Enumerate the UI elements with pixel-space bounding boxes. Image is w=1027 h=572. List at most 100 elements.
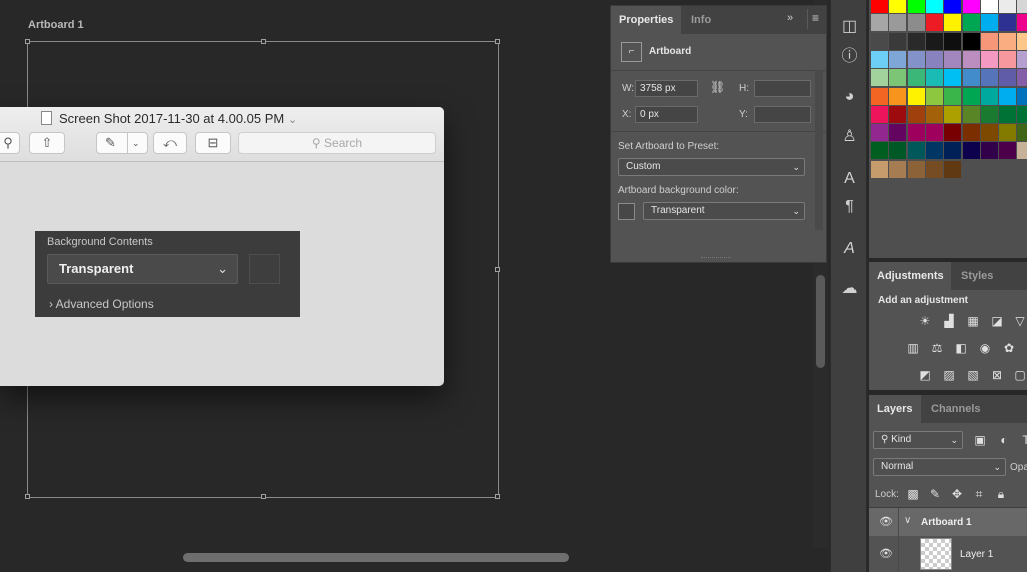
color-swatch[interactable] <box>889 105 907 123</box>
toolbox-icon[interactable]: ⊟ <box>195 132 231 154</box>
window-title[interactable]: Screen Shot 2017-11-30 at 4.00.05 PM ⌄ <box>59 111 297 126</box>
color-swatch[interactable] <box>980 14 998 32</box>
color-swatch[interactable] <box>962 105 980 123</box>
background-contents-select[interactable]: Transparent ⌄ <box>47 254 238 284</box>
color-swatch[interactable] <box>889 142 907 160</box>
glyphs-icon[interactable]: A <box>837 236 862 261</box>
color-swatch[interactable] <box>944 50 962 68</box>
vibrance-icon[interactable]: ▽ <box>1012 313 1027 329</box>
chevron-down-icon[interactable]: ⌄ <box>132 133 140 153</box>
resize-handle[interactable] <box>495 267 500 272</box>
color-swatch[interactable] <box>944 105 962 123</box>
color-swatch[interactable] <box>980 142 998 160</box>
color-swatch[interactable] <box>889 87 907 105</box>
vertical-scroll-thumb[interactable] <box>816 275 825 368</box>
color-swatch[interactable] <box>962 32 980 50</box>
color-swatch[interactable] <box>925 0 943 13</box>
color-swatch[interactable] <box>980 69 998 87</box>
x-field[interactable]: 0 px <box>635 106 698 123</box>
type-filter-icon[interactable]: T <box>1018 432 1027 448</box>
color-swatch[interactable] <box>962 0 980 13</box>
color-swatch[interactable] <box>999 14 1017 32</box>
color-swatch[interactable] <box>925 32 943 50</box>
color-swatch[interactable] <box>925 69 943 87</box>
resize-handle[interactable] <box>495 39 500 44</box>
tab-channels[interactable]: Channels <box>923 395 989 423</box>
color-palette-icon[interactable]: ◕ <box>837 84 862 109</box>
color-swatch[interactable] <box>889 32 907 50</box>
blend-mode-select[interactable]: Normal ⌄ <box>873 458 1006 476</box>
photo-filter-icon[interactable]: ◉ <box>977 340 993 356</box>
color-swatch[interactable] <box>944 124 962 142</box>
threshold-icon[interactable]: ▧ <box>965 367 981 383</box>
color-swatch[interactable] <box>980 32 998 50</box>
color-swatch[interactable] <box>907 14 925 32</box>
character-icon[interactable]: A <box>837 166 862 191</box>
curves-icon[interactable]: ▦ <box>965 313 981 329</box>
color-swatch[interactable] <box>925 105 943 123</box>
color-swatch[interactable] <box>944 0 962 13</box>
color-swatch[interactable] <box>962 50 980 68</box>
color-swatch[interactable] <box>907 87 925 105</box>
color-swatch[interactable] <box>871 124 888 142</box>
color-swatch[interactable] <box>962 142 980 160</box>
color-swatch[interactable] <box>944 160 962 178</box>
width-field[interactable]: 3758 px <box>635 80 698 97</box>
color-swatch[interactable] <box>962 87 980 105</box>
libraries-icon[interactable]: ◫ <box>837 14 862 39</box>
color-swatch[interactable] <box>944 142 962 160</box>
color-swatch[interactable] <box>1017 0 1027 13</box>
collapse-icon[interactable]: » <box>787 12 793 24</box>
color-swatch[interactable] <box>962 14 980 32</box>
resize-handle[interactable] <box>495 494 500 499</box>
lock-transparency-icon[interactable]: ▩ <box>905 486 921 502</box>
y-field[interactable] <box>754 106 811 123</box>
black-white-icon[interactable]: ◧ <box>953 340 969 356</box>
tab-info[interactable]: Info <box>683 6 719 34</box>
color-swatch[interactable] <box>1017 32 1027 50</box>
height-field[interactable] <box>754 80 811 97</box>
eye-icon[interactable]: 👁︎ <box>879 515 893 528</box>
artboard-label[interactable]: Artboard 1 <box>28 19 84 31</box>
color-swatch[interactable] <box>907 50 925 68</box>
levels-icon[interactable]: ▟ <box>941 313 957 329</box>
link-icon[interactable]: ⛓ <box>710 80 725 94</box>
color-swatch[interactable] <box>925 14 943 32</box>
color-swatch[interactable] <box>871 14 888 32</box>
resize-handle[interactable] <box>261 494 266 499</box>
color-swatch[interactable] <box>944 69 962 87</box>
color-swatch[interactable] <box>1017 14 1027 32</box>
lock-artboard-icon[interactable]: ⌗ <box>971 486 987 502</box>
color-swatch[interactable] <box>871 142 888 160</box>
pixel-filter-icon[interactable]: ▣ <box>972 432 988 448</box>
color-swatch[interactable] <box>907 160 925 178</box>
adjustment-filter-icon[interactable]: ◐ <box>996 432 1012 448</box>
creative-cloud-icon[interactable]: ☁ <box>837 276 862 301</box>
layer-row-layer1[interactable]: 👁︎ Layer 1 <box>869 536 1027 572</box>
horizontal-scroll-thumb[interactable] <box>183 553 569 562</box>
color-swatch[interactable] <box>999 124 1017 142</box>
color-swatch[interactable] <box>980 87 998 105</box>
resize-handle[interactable] <box>261 39 266 44</box>
color-swatch[interactable] <box>1017 87 1027 105</box>
background-color-swatch[interactable] <box>618 203 635 220</box>
color-swatch[interactable] <box>999 32 1017 50</box>
color-swatch[interactable] <box>889 0 907 13</box>
color-swatch[interactable] <box>944 14 962 32</box>
gradient-map-icon[interactable]: ⊠ <box>989 367 1005 383</box>
paragraph-icon[interactable]: ¶ <box>837 194 862 219</box>
tab-adjustments[interactable]: Adjustments <box>869 262 951 290</box>
color-swatch[interactable] <box>999 87 1017 105</box>
preset-select[interactable]: Custom ⌄ <box>618 158 805 176</box>
tab-layers[interactable]: Layers <box>869 395 921 423</box>
color-swatch[interactable] <box>889 50 907 68</box>
panel-menu-icon[interactable]: ≡ <box>812 11 819 25</box>
color-swatch[interactable] <box>925 124 943 142</box>
tab-styles[interactable]: Styles <box>953 262 1001 290</box>
lock-all-icon[interactable]: 🔒︎ <box>993 486 1009 502</box>
color-swatch[interactable] <box>980 50 998 68</box>
layer-row-artboard[interactable]: 👁︎ ∨ Artboard 1 <box>869 508 1027 536</box>
rotate-icon[interactable]: ⤺ <box>153 132 187 154</box>
canvas-area[interactable]: Artboard 1 Screen Shot 2017-11-30 at 4.0… <box>0 0 828 572</box>
background-color-select[interactable]: Transparent ⌄ <box>643 202 805 220</box>
